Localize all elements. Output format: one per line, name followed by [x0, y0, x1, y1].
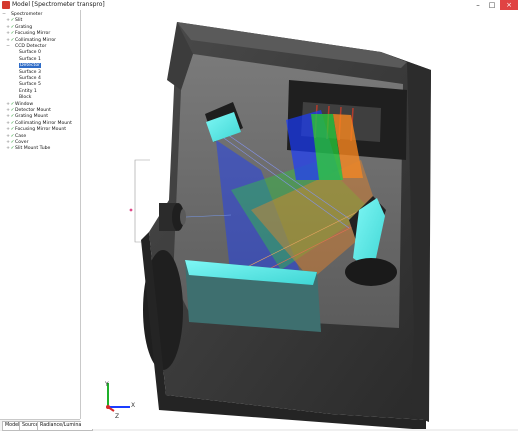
axis-origin [106, 405, 110, 409]
tree-item-label: Surface 1 [19, 56, 41, 62]
tree-item[interactable]: Surface 3 [10, 70, 41, 76]
tree-item[interactable]: +✓Case [6, 134, 26, 140]
tree-item-label: Slit [15, 18, 23, 24]
tree-item-label: Grating Mount [15, 114, 49, 120]
close-button[interactable]: × [500, 0, 518, 10]
grating-base [345, 258, 397, 286]
tree-item-label: Focusing Mirror [15, 31, 51, 37]
tree-item-label: Collimating Mirror Mount [15, 120, 72, 126]
tree-item-label: Surface 5 [19, 82, 41, 88]
tree-item-label: Case [15, 133, 27, 139]
tree-item[interactable]: Entity 1 [10, 89, 37, 95]
tree-item-label: Collimating Mirror [15, 37, 57, 43]
tree-item-label: Detector [19, 63, 42, 69]
tree-item[interactable]: +✓Collimating Mirror Mount [6, 121, 72, 127]
application-window: Model [Spectrometer transpro] – □ × − Spe… [0, 0, 518, 431]
app-icon [2, 1, 10, 9]
tree-item-label: Detector Mount [15, 108, 51, 113]
tree-item-label: Slit Mount Tube [15, 146, 51, 152]
tree-item-label: CCD Detector [15, 44, 47, 49]
maximize-button[interactable]: □ [486, 0, 498, 10]
tree-item-label: Grating [15, 24, 33, 30]
tree-item-label: Block [19, 95, 32, 101]
tree-item-label: Spectrometer [11, 12, 43, 17]
axis-label-x: X [131, 402, 136, 409]
origin-marker [129, 208, 133, 212]
outline-edge [134, 159, 151, 243]
tree-item-label: Cover [15, 140, 29, 145]
tree-item-label: Surface 0 [19, 50, 41, 56]
tree-item[interactable]: +✓Grating [6, 25, 32, 31]
tree-item-label: Surface 3 [19, 69, 41, 75]
tree-item[interactable]: Surface 5 [10, 82, 41, 88]
spectrometer-render [129, 22, 431, 429]
axis-label-z: Z [115, 413, 120, 420]
tree-item[interactable]: Surface 1 [10, 57, 41, 63]
slit [180, 209, 186, 225]
minimize-button[interactable]: – [472, 0, 484, 10]
tree-item[interactable]: +✓Slit Mount Tube [6, 146, 50, 152]
tree-item[interactable]: Surface 0 [10, 50, 41, 56]
tree-item[interactable]: Detector [10, 63, 42, 69]
window-title: Model [Spectrometer transpro] [12, 1, 105, 8]
tree-item-label: Window [15, 101, 34, 107]
panel-tabs: Model Source Radiance/Luminance [0, 419, 93, 431]
tree-item[interactable]: +✓Focusing Mirror Mount [6, 127, 66, 133]
expand-toggle-icon[interactable]: − [6, 44, 10, 50]
tree-item-label: Entity 1 [19, 88, 37, 94]
tree-item[interactable]: Block [10, 95, 31, 101]
axis-label-y: Y [105, 381, 109, 388]
tree-item[interactable]: +✓Window [6, 102, 33, 108]
tree-item[interactable]: +✓Collimating Mirror [6, 38, 56, 44]
model-tree[interactable]: − Spectrometer +✓Slit +✓Grating +✓Focusing M… [0, 10, 81, 419]
tree-item[interactable]: +✓Slit [6, 18, 22, 24]
tree-item[interactable]: +✓Focusing Mirror [6, 31, 50, 37]
tree-item[interactable]: +✓Grating Mount [6, 114, 48, 120]
3d-viewport[interactable]: X Y Z [81, 10, 518, 429]
tree-item-label: Focusing Mirror Mount [15, 127, 67, 133]
tree-item-label: Surface 4 [19, 76, 41, 81]
